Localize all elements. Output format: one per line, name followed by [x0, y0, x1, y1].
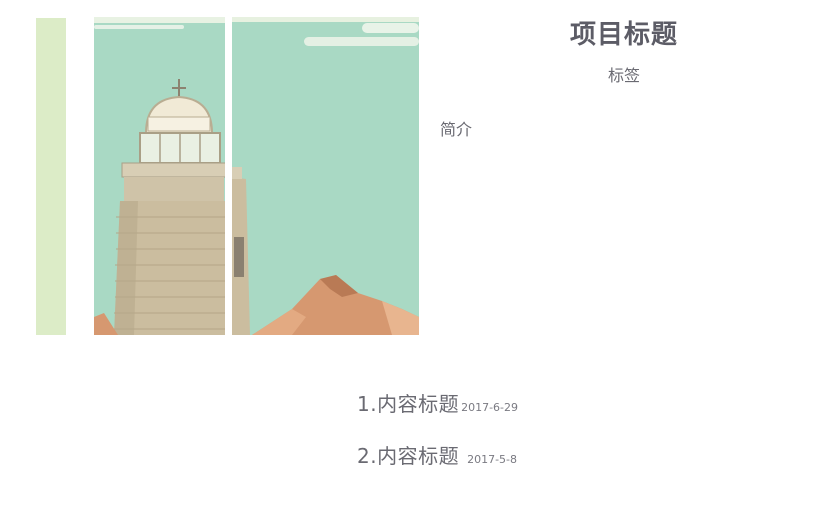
content-item-date: 2017-5-8	[467, 453, 518, 466]
lighthouse-image-panel-left	[94, 17, 225, 335]
content-item-title[interactable]: 1.内容标题	[357, 388, 459, 417]
project-intro: 简介	[440, 120, 473, 139]
content-item-1[interactable]: 1.内容标题 2017-6-29	[357, 388, 518, 416]
content-list: 1.内容标题 2017-6-29 2.内容标题 2017-5-8	[357, 388, 518, 492]
project-page: 项目标题 标签 简介 1.内容标题 2017-6-29 2.内容标题 2017-…	[0, 0, 826, 512]
project-title: 项目标题	[569, 20, 678, 50]
decorative-side-strip	[36, 18, 66, 335]
project-tag: 标签	[607, 66, 640, 85]
lighthouse-illustration-left	[94, 17, 225, 335]
lighthouse-image-panel-right	[232, 17, 419, 335]
content-item-title[interactable]: 2.内容标题	[357, 440, 459, 469]
lighthouse-illustration-right	[232, 17, 419, 335]
content-item-date: 2017-6-29	[461, 401, 519, 414]
content-item-2[interactable]: 2.内容标题 2017-5-8	[357, 440, 518, 468]
